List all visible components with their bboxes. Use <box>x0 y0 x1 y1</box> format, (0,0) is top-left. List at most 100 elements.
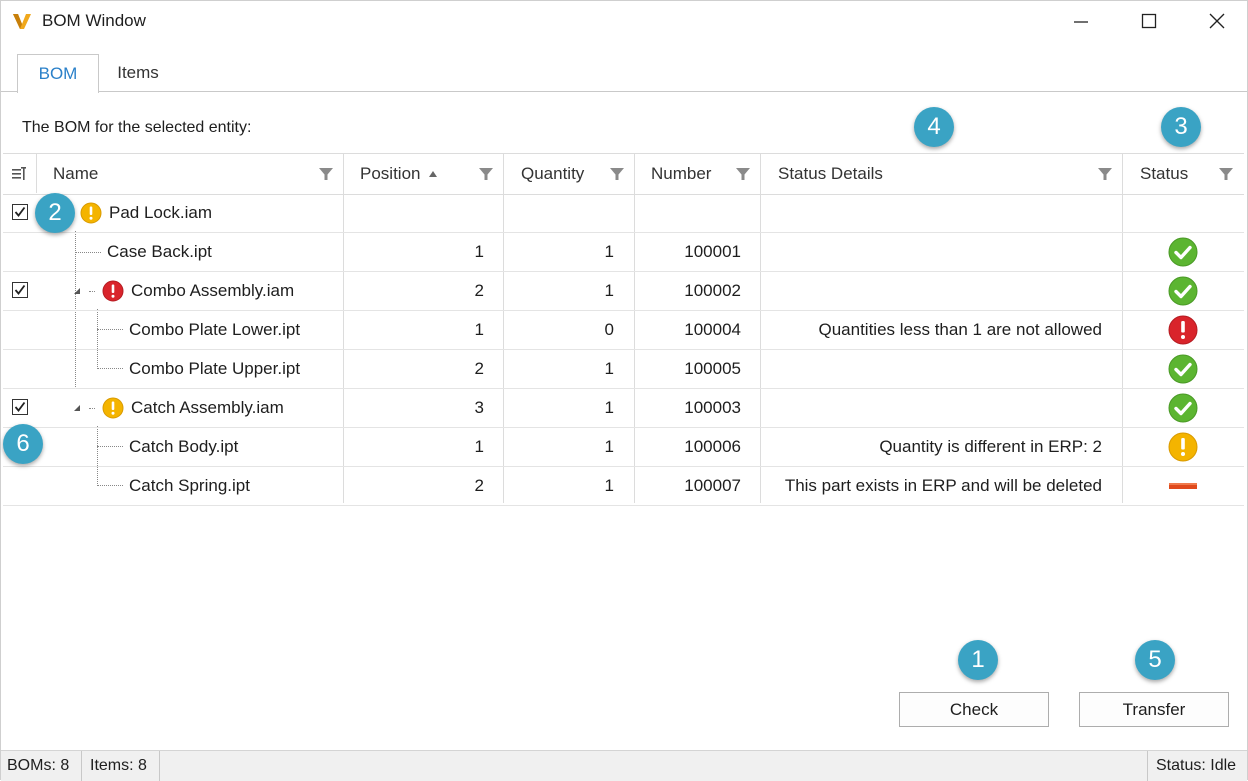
grid-header: Name Position Quantity Number Status Det… <box>3 153 1244 195</box>
table-row[interactable]: Combo Plate Lower.ipt 1 0 100004 Quantit… <box>3 311 1244 350</box>
status-separator <box>81 751 82 781</box>
row-position: 3 <box>474 398 484 417</box>
filter-icon[interactable] <box>1218 166 1234 182</box>
row-number: 100002 <box>684 281 741 300</box>
callout-3: 3 <box>1161 107 1201 147</box>
status-warning-icon <box>1168 432 1198 462</box>
checkmark-icon <box>14 284 26 295</box>
callout-5: 5 <box>1135 640 1175 680</box>
column-label-quantity: Quantity <box>521 164 585 183</box>
column-header-status-details[interactable]: Status Details <box>761 154 1123 194</box>
table-row[interactable]: Catch Body.ipt 1 1 100006 Quantity is di… <box>3 428 1244 467</box>
row-quantity: 1 <box>604 242 614 261</box>
transfer-button[interactable]: Transfer <box>1079 692 1229 727</box>
tab-items[interactable]: Items <box>99 54 177 92</box>
maximize-icon <box>1141 13 1157 29</box>
status-separator <box>1147 751 1148 781</box>
table-row[interactable]: Pad Lock.iam <box>3 194 1244 233</box>
column-header-name[interactable]: Name <box>37 154 344 194</box>
row-position: 1 <box>474 437 484 456</box>
callout-6: 6 <box>3 424 43 464</box>
row-name: Catch Spring.ipt <box>129 476 250 495</box>
status-separator <box>159 751 160 781</box>
expand-collapse-icon[interactable] <box>73 404 81 412</box>
row-name: Combo Assembly.iam <box>131 281 295 300</box>
sort-ascending-icon <box>429 171 438 177</box>
row-position: 2 <box>474 476 484 495</box>
status-error-icon <box>1168 315 1198 345</box>
status-ok-icon <box>1168 354 1198 384</box>
status-ok-icon <box>1168 276 1198 306</box>
column-separator <box>36 153 37 193</box>
row-checkbox[interactable] <box>12 204 28 220</box>
column-header-position[interactable]: Position <box>344 154 504 194</box>
status-text: Status: Idle <box>1156 757 1237 774</box>
tab-bom[interactable]: BOM <box>17 54 99 93</box>
row-quantity: 1 <box>604 476 614 495</box>
row-checkbox[interactable] <box>12 399 28 415</box>
filter-icon[interactable] <box>318 166 334 182</box>
table-row[interactable]: Combo Plate Upper.ipt 2 1 100005 <box>3 350 1244 389</box>
row-name: Catch Body.ipt <box>129 437 239 456</box>
column-chooser-icon <box>12 167 26 180</box>
column-chooser-button[interactable] <box>3 154 35 194</box>
row-quantity: 1 <box>604 359 614 378</box>
column-label-name: Name <box>53 164 99 183</box>
column-header-status[interactable]: Status <box>1123 154 1244 194</box>
column-header-quantity[interactable]: Quantity <box>504 154 635 194</box>
warning-icon <box>80 202 102 224</box>
callout-4: 4 <box>914 107 954 147</box>
window-title: BOM Window <box>42 11 146 30</box>
row-position: 2 <box>474 359 484 378</box>
table-row[interactable]: Catch Assembly.iam 3 1 100003 <box>3 389 1244 428</box>
column-label-status: Status <box>1140 164 1189 183</box>
row-position: 1 <box>474 320 484 339</box>
minimize-icon <box>1074 21 1088 23</box>
row-checkbox[interactable] <box>12 282 28 298</box>
row-number: 100001 <box>684 242 741 261</box>
row-name: Catch Assembly.iam <box>131 398 284 417</box>
check-button[interactable]: Check <box>899 692 1049 727</box>
row-number: 100007 <box>684 476 741 495</box>
row-number: 100004 <box>684 320 741 339</box>
row-name: Pad Lock.iam <box>109 203 212 222</box>
filter-icon[interactable] <box>735 166 751 182</box>
table-row[interactable]: Catch Spring.ipt 2 1 100007 This part ex… <box>3 467 1244 506</box>
callout-1: 1 <box>958 640 998 680</box>
column-label-status-details: Status Details <box>778 164 883 183</box>
filter-icon[interactable] <box>609 166 625 182</box>
checkmark-icon <box>14 401 26 412</box>
status-delete-icon <box>1169 483 1197 489</box>
table-row[interactable]: Case Back.ipt 1 1 100001 <box>3 233 1244 272</box>
checkmark-icon <box>14 206 26 217</box>
filter-icon[interactable] <box>1097 166 1113 182</box>
tab-divider <box>1 91 1247 92</box>
row-quantity: 0 <box>604 320 614 339</box>
row-number: 100006 <box>684 437 741 456</box>
expand-collapse-icon[interactable] <box>73 287 81 295</box>
row-name: Case Back.ipt <box>107 242 212 261</box>
row-name: Combo Plate Lower.ipt <box>129 320 301 339</box>
row-status-details: Quantity is different in ERP: 2 <box>879 437 1102 456</box>
maximize-button[interactable] <box>1127 5 1171 37</box>
row-quantity: 1 <box>604 281 614 300</box>
bom-window: BOM Window BOM Items The BOM for the sel… <box>0 0 1248 781</box>
column-header-number[interactable]: Number <box>635 154 761 194</box>
row-position: 1 <box>474 242 484 261</box>
callout-2: 2 <box>35 193 75 233</box>
table-row[interactable]: Combo Assembly.iam 2 1 100002 <box>3 272 1244 311</box>
minimize-button[interactable] <box>1059 5 1103 37</box>
row-name: Combo Plate Upper.ipt <box>129 359 301 378</box>
row-number: 100005 <box>684 359 741 378</box>
column-label-number: Number <box>651 164 712 183</box>
row-quantity: 1 <box>604 398 614 417</box>
close-button[interactable] <box>1195 5 1239 37</box>
status-bar: BOMs: 8 Items: 8 Status: Idle <box>1 750 1247 781</box>
close-icon <box>1209 13 1225 29</box>
app-logo-icon <box>12 11 32 31</box>
filter-icon[interactable] <box>478 166 494 182</box>
bom-caption: The BOM for the selected entity: <box>22 119 252 136</box>
status-ok-icon <box>1168 237 1198 267</box>
column-label-position: Position <box>360 164 421 183</box>
status-ok-icon <box>1168 393 1198 423</box>
